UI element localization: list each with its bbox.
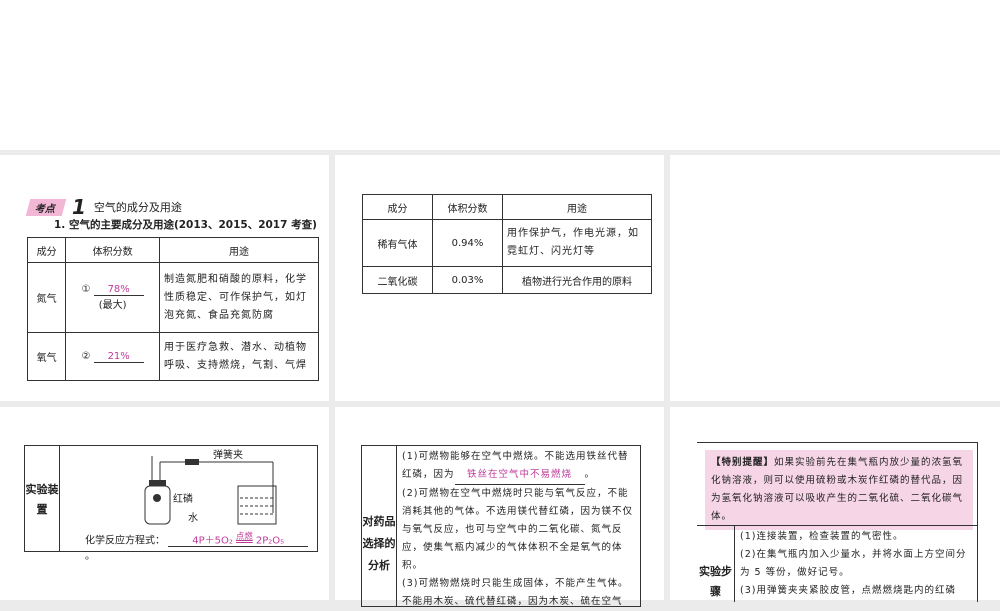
cell-name: 氧气: [26, 332, 67, 381]
col-header: 成分: [26, 237, 67, 263]
steps-label: 实验步骤: [699, 565, 732, 598]
equation-answer: 4P＋5O₂ 点燃 2P₂O₅: [168, 530, 309, 548]
period: 。: [85, 551, 95, 563]
cell-name: 二氧化碳: [362, 266, 433, 294]
col-header: 用途: [502, 194, 652, 220]
tip-title: 【特别提醒】: [711, 457, 775, 468]
water-label: 水: [188, 513, 198, 524]
equation-line: 化学反应方程式： 4P＋5O₂ 点燃 2P₂O₅ 。: [85, 530, 317, 562]
cell-value: ② 21%: [65, 332, 160, 381]
cell-use: 制造氮肥和硝酸的原料，化学性质稳定、可作保护气，如灯泡充氮、食品充氮防腐: [159, 262, 319, 333]
section-badge: 考点: [25, 198, 67, 216]
table-row: 氮气 ① 78% (最大) 制造氮肥和硝酸的原料，化学性质稳定、可作保护气，如灯泡…: [26, 262, 319, 333]
table-air-other: 成分 体积分数 用途 稀有气体 0.94% 用作保护气，作电光源，如霓虹灯、闪光灯等 二…: [362, 194, 652, 294]
step-3: (3)用弹簧夹夹紧胶皮管，点燃燃烧匙内的红磷: [740, 585, 956, 596]
equation-label: 化学反应方程式：: [85, 535, 165, 547]
cell-use: 植物进行光合作用的原料: [502, 266, 652, 294]
cell-name: 氮气: [26, 262, 67, 333]
answer: 78%: [93, 284, 144, 296]
col-header: 体积分数: [432, 194, 503, 220]
section-title: 空气的成分及用途: [93, 201, 182, 214]
col-header: 体积分数: [65, 237, 160, 263]
cell-name: 稀有气体: [362, 219, 433, 267]
cell-value: 0.94%: [432, 219, 503, 267]
top-blank-area: [0, 0, 1000, 150]
marker: ②: [81, 350, 91, 362]
reactants: 4P＋5O₂: [192, 535, 233, 547]
period: 。: [584, 469, 596, 480]
step-1: (1)连接装置，检查装置的气密性。: [740, 531, 904, 542]
condition: 点燃: [236, 531, 253, 541]
table-air-main: 成分 体积分数 用途 氮气 ① 78% (最大) 制造氮肥和硝酸的原料，化学性质稳定、…: [26, 237, 319, 381]
analysis-box: 对药品选择的分析 (1)可燃物能够在空气中燃烧。不能选用铁丝代替红磷，因为 铁丝在…: [361, 445, 641, 607]
clip-label: 弹簧夹: [213, 450, 243, 461]
answer: 21%: [93, 351, 144, 363]
answer: 铁丝在空气中不易燃烧: [454, 466, 585, 485]
note: (最大): [98, 300, 127, 311]
cell-use: 用于医疗急救、潜水、动植物呼吸、支持燃烧，气割、气焊: [159, 332, 319, 381]
table-row: 氧气 ② 21% 用于医疗急救、潜水、动植物呼吸、支持燃烧，气割、气焊: [26, 332, 319, 381]
col-header: 成分: [362, 194, 433, 220]
steps-box: 【特别提醒】如果实验前先在集气瓶内放少量的浓氢氧化钠溶液，则可以使用硫粉或木炭作…: [697, 442, 978, 602]
special-tip: 【特别提醒】如果实验前先在集气瓶内放少量的浓氢氧化钠溶液，则可以使用硫粉或木炭作…: [705, 450, 973, 530]
section-number: 1: [72, 195, 86, 219]
steps-text: (1)连接装置，检查装置的气密性。 (2)在集气瓶内加入少量水，并将水面上方空间…: [740, 528, 972, 600]
paragraph-2: (2)可燃物在空气中燃烧时只能与氧气反应，不能消耗其他的气体。不选用镁代替红磷，…: [402, 488, 634, 571]
slide-panel-3[interactable]: [670, 155, 1000, 401]
paragraph-3: (3)可燃物燃烧时只能生成固体，不能产生气体。不能用木炭、硫代替红磷，因为木炭、…: [402, 578, 629, 607]
phosphorus-label: 红磷: [173, 494, 193, 505]
table-row: 稀有气体 0.94% 用作保护气，作电光源，如霓虹灯、闪光灯等: [362, 219, 652, 267]
analysis-label: 对药品选择的分析: [362, 515, 396, 572]
col-header: 用途: [159, 237, 319, 263]
apparatus-diagram: [144, 456, 277, 525]
analysis-text: (1)可燃物能够在空气中燃烧。不能选用铁丝代替红磷，因为 铁丝在空气中不易燃烧。 …: [402, 448, 634, 611]
marker: ①: [81, 284, 91, 295]
apparatus-box: 实验装置 弹簧夹 红磷 水 化学反应方程式： 4P＋5O₂ 点燃 2P₂O₅ 。: [24, 445, 318, 562]
apparatus-label: 实验装置: [25, 483, 59, 516]
product: 2P₂O₅: [255, 535, 285, 547]
table-row: 二氧化碳 0.03% 植物进行光合作用的原料: [362, 266, 652, 294]
step-2: (2)在集气瓶内加入少量水，并将水面上方空间分为 5 等份，做好记号。: [740, 549, 967, 578]
cell-value: 0.03%: [432, 266, 503, 294]
section-header: 考点 1 空气的成分及用途: [25, 195, 182, 219]
cell-use: 用作保护气，作电光源，如霓虹灯、闪光灯等: [502, 219, 652, 267]
subtitle: 1. 空气的主要成分及用途(2013、2015、2017 考查): [54, 219, 317, 231]
cell-value: ① 78% (最大): [65, 262, 160, 333]
